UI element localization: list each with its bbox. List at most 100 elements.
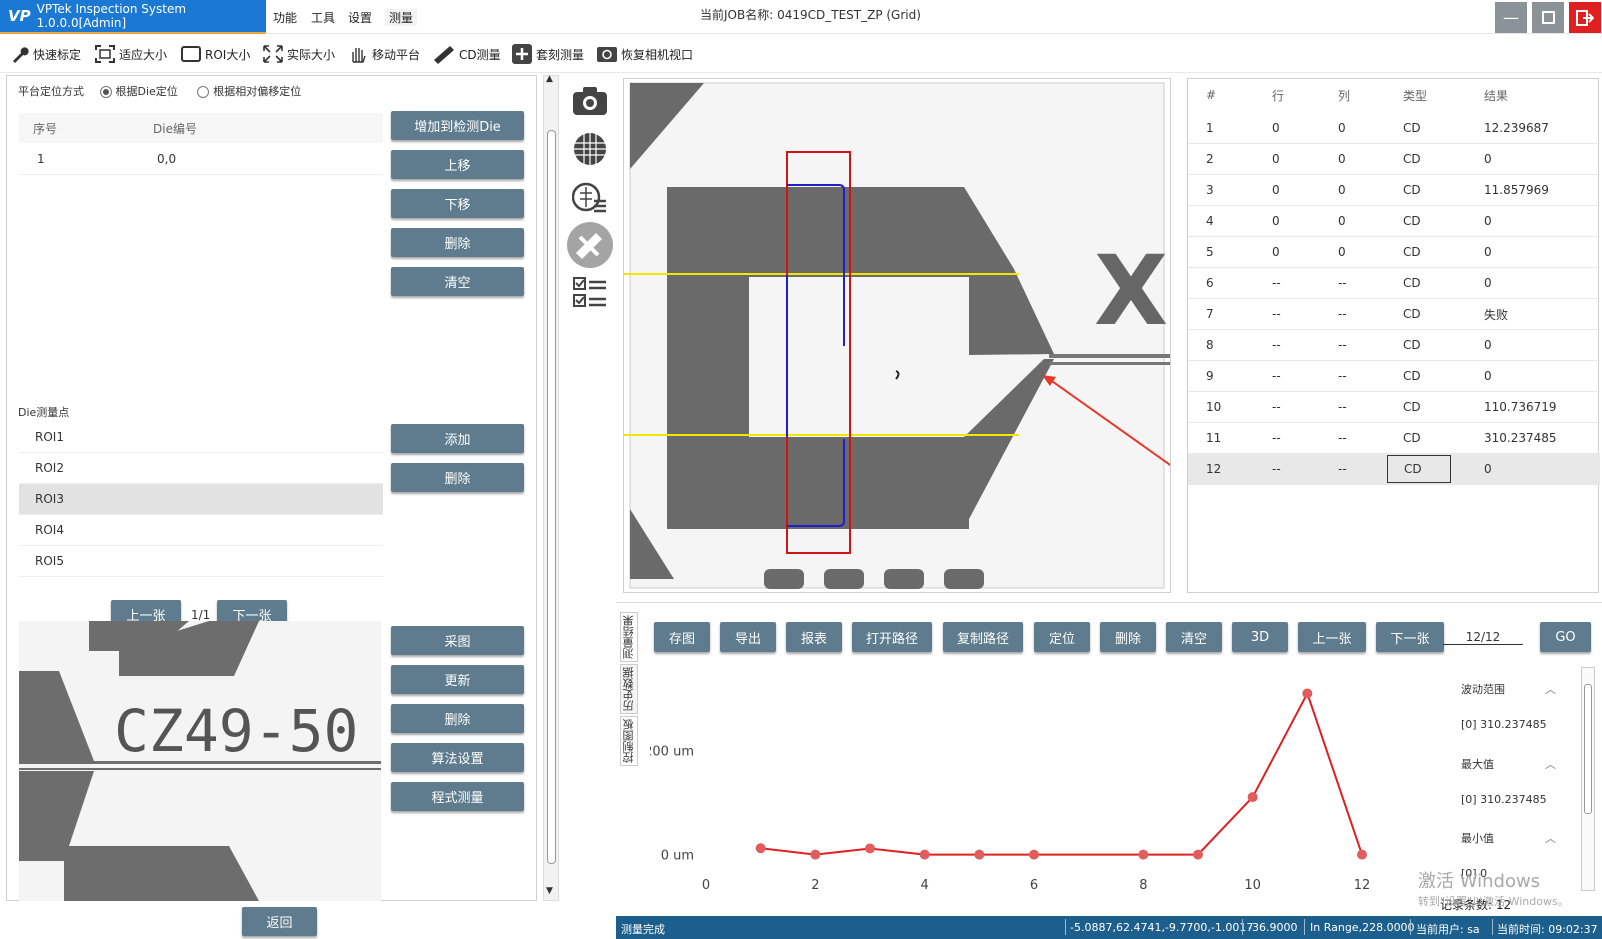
locate-button[interactable]: 定位 <box>1034 622 1090 652</box>
record-page-input[interactable]: 12/12 <box>1443 630 1523 645</box>
view-3d-button[interactable]: 3D <box>1232 622 1288 652</box>
program-measure-button[interactable]: 程式测量 <box>391 782 524 811</box>
delete-record-button[interactable]: 删除 <box>1100 622 1156 652</box>
cell-row: 0 <box>1272 183 1280 197</box>
app-logo: VP <box>8 7 31 25</box>
result-table-row[interactable]: 2 0 0 CD 0 <box>1188 144 1600 175</box>
die-thumbnail[interactable]: CZ49-50 <box>19 621 381 901</box>
stats-scrollbar[interactable] <box>1581 667 1595 891</box>
roi-size-button[interactable]: ROI大小 <box>180 43 250 65</box>
restore-camera-view-button[interactable]: 恢复相机视口 <box>596 43 693 65</box>
result-table-row[interactable]: 10 -- -- CD 110.736719 <box>1188 392 1600 423</box>
left-scrollbar[interactable]: ▲ ▼ <box>543 74 559 901</box>
result-table-row[interactable]: 1 0 0 CD 12.239687 <box>1188 113 1600 144</box>
data-point <box>865 843 875 854</box>
capture-button[interactable]: 采图 <box>391 626 524 655</box>
cell-result: 0 <box>1484 338 1492 352</box>
move-up-button[interactable]: 上移 <box>391 150 524 179</box>
checklist-button[interactable] <box>567 270 613 316</box>
delete-image-button[interactable]: 删除 <box>391 704 524 733</box>
add-roi-button[interactable]: 添加 <box>391 424 524 453</box>
add-to-inspect-die-button[interactable]: 增加到检测Die <box>391 111 524 140</box>
fit-size-button[interactable]: 适应大小 <box>94 43 167 65</box>
tab-history-data[interactable]: 历史数据 <box>620 664 638 714</box>
result-table-row[interactable]: 7 -- -- CD 失败 <box>1188 299 1600 330</box>
tab-measure-results[interactable]: 测量结果 <box>620 612 638 662</box>
cell-type: CD <box>1403 245 1421 259</box>
menu-tools[interactable]: 工具 <box>311 9 335 26</box>
menu-settings[interactable]: 设置 <box>348 9 372 26</box>
result-table-row[interactable]: 12 -- -- CD 0 <box>1188 454 1600 485</box>
col-column: 列 <box>1338 88 1351 103</box>
minimize-button[interactable]: — <box>1495 2 1527 33</box>
collapse-min-icon[interactable]: ︿ <box>1545 830 1556 846</box>
grid-button[interactable] <box>567 126 613 172</box>
clear-die-button[interactable]: 清空 <box>391 267 524 296</box>
result-table-row[interactable]: 11 -- -- CD 310.237485 <box>1188 423 1600 454</box>
quick-calibrate-button[interactable]: 快速标定 <box>10 43 81 65</box>
actual-size-button[interactable]: 实际大小 <box>262 43 335 65</box>
die-table-row[interactable]: 1 0,0 <box>19 144 383 175</box>
cell-result: 11.857969 <box>1484 183 1549 197</box>
status-divider <box>1492 919 1493 935</box>
update-button[interactable]: 更新 <box>391 665 524 694</box>
overlay-measure-button[interactable]: 套刻测量 <box>511 43 584 65</box>
measure-tool-button[interactable] <box>567 222 613 268</box>
cell-result: 0 <box>1484 245 1492 259</box>
cd-measure-button[interactable]: CD测量 <box>432 43 501 65</box>
data-point <box>974 849 985 860</box>
radio-unchecked-icon <box>197 86 210 98</box>
maximize-button[interactable] <box>1532 2 1564 33</box>
grid-list-button[interactable] <box>567 174 613 220</box>
go-button[interactable]: GO <box>1540 622 1591 652</box>
actual-size-label: 实际大小 <box>287 47 336 62</box>
close-button[interactable] <box>1569 2 1601 33</box>
result-table-row[interactable]: 5 0 0 CD 0 <box>1188 237 1600 268</box>
result-table-row[interactable]: 3 0 0 CD 11.857969 <box>1188 175 1600 206</box>
result-table-row[interactable]: 4 0 0 CD 0 <box>1188 206 1600 237</box>
prev-record-button[interactable]: 上一张 <box>1298 622 1366 652</box>
roi-list-item[interactable]: ROI5 <box>19 546 383 577</box>
result-table-row[interactable]: 8 -- -- CD 0 <box>1188 330 1600 361</box>
result-table-row[interactable]: 6 -- -- CD 0 <box>1188 268 1600 299</box>
result-table-row[interactable]: 9 -- -- CD 0 <box>1188 361 1600 392</box>
copy-path-button[interactable]: 复制路径 <box>943 622 1023 652</box>
stats-scroll-thumb[interactable] <box>1584 684 1592 814</box>
open-path-button[interactable]: 打开路径 <box>852 622 932 652</box>
scroll-up-icon[interactable]: ▲ <box>546 74 553 84</box>
roi-list-item[interactable]: ROI3 <box>19 484 383 515</box>
collapse-max-icon[interactable]: ︿ <box>1545 756 1556 772</box>
delete-roi-button[interactable]: 删除 <box>391 463 524 492</box>
roi-list-item[interactable]: ROI2 <box>19 453 383 484</box>
radio-offset-positioning[interactable]: 根据相对偏移定位 <box>197 85 301 98</box>
next-record-button[interactable]: 下一张 <box>1376 622 1444 652</box>
collapse-range-icon[interactable]: ︿ <box>1545 681 1556 697</box>
algorithm-settings-button[interactable]: 算法设置 <box>391 743 524 772</box>
move-platform-label: 移动平台 <box>372 47 421 62</box>
move-platform-button[interactable]: 移动平台 <box>347 43 420 65</box>
overlay-measure-label: 套刻测量 <box>536 47 585 62</box>
menu-function[interactable]: 功能 <box>273 9 297 26</box>
move-down-button[interactable]: 下移 <box>391 189 524 218</box>
save-image-button[interactable]: 存图 <box>654 622 710 652</box>
radio-die-positioning[interactable]: 根据Die定位 <box>99 85 178 98</box>
report-button[interactable]: 报表 <box>786 622 842 652</box>
image-viewport[interactable]: X <box>623 78 1171 593</box>
cell-column: -- <box>1338 307 1347 321</box>
cell-number: 6 <box>1206 276 1214 290</box>
delete-die-button[interactable]: 删除 <box>391 228 524 257</box>
status-divider <box>1304 919 1305 935</box>
roi-list-item[interactable]: ROI1 <box>19 422 383 453</box>
scrollbar-thumb[interactable] <box>547 130 556 864</box>
cell-type: CD <box>1403 338 1421 352</box>
cell-type: CD <box>1403 121 1421 135</box>
scroll-down-icon[interactable]: ▼ <box>546 886 553 896</box>
menu-measure[interactable]: 测量 <box>385 9 418 26</box>
range-label: 波动范围 <box>1461 683 1505 696</box>
roi-list-item[interactable]: ROI4 <box>19 515 383 546</box>
back-button[interactable]: 返回 <box>242 907 317 936</box>
tab-control-chart[interactable]: 控制图板 <box>620 716 638 766</box>
clear-records-button[interactable]: 清空 <box>1166 622 1222 652</box>
camera-button[interactable] <box>567 78 613 124</box>
export-button[interactable]: 导出 <box>720 622 776 652</box>
